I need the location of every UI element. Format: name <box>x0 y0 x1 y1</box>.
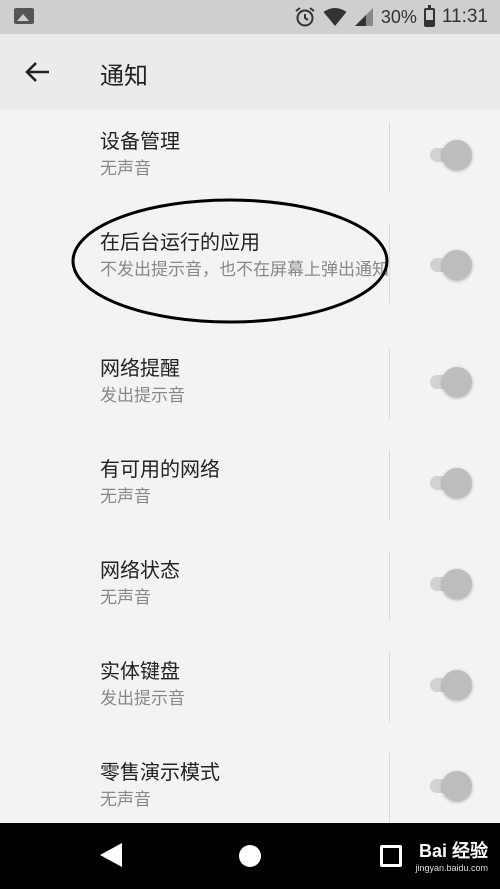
battery-percent: 30% <box>380 6 417 27</box>
baidu-watermark: Bai 经验 jingyan.baidu.com <box>415 837 488 873</box>
nav-home-icon[interactable] <box>239 845 261 867</box>
back-button[interactable] <box>20 54 56 90</box>
watermark-brand: Bai 经验 <box>418 841 488 861</box>
setting-title: 网络状态 <box>100 558 180 582</box>
setting-title: 实体键盘 <box>100 659 180 683</box>
toggle-switch[interactable] <box>428 468 474 498</box>
toggle-switch[interactable] <box>428 250 474 280</box>
clock-time: 11:31 <box>441 6 488 27</box>
status-bar: 30% 11:31 <box>0 0 500 34</box>
setting-title: 设备管理 <box>100 129 180 153</box>
setting-subtitle: 无声音 <box>100 159 151 179</box>
divider <box>389 122 390 192</box>
battery-icon <box>423 4 435 27</box>
setting-row-device-management[interactable]: 设备管理 无声音 <box>0 110 500 211</box>
app-bar: 通知 <box>0 34 500 110</box>
setting-row-physical-keyboard[interactable]: 实体键盘 发出提示音 <box>0 640 500 741</box>
divider <box>389 450 390 520</box>
wifi-icon <box>323 8 347 26</box>
setting-title: 零售演示模式 <box>100 760 220 784</box>
setting-subtitle: 不发出提示音，也不在屏幕上弹出通知 <box>100 260 389 280</box>
setting-title: 有可用的网络 <box>100 457 220 481</box>
divider <box>389 223 390 303</box>
setting-row-network-alerts[interactable]: 网络提醒 发出提示音 <box>0 337 500 438</box>
notification-settings-list: 设备管理 无声音 在后台运行的应用 不发出提示音，也不在屏幕上弹出通知 网络提醒… <box>0 110 500 842</box>
toggle-switch[interactable] <box>428 670 474 700</box>
setting-row-network-status[interactable]: 网络状态 无声音 <box>0 539 500 640</box>
status-icons: 30% 11:31 <box>294 0 488 34</box>
toggle-switch[interactable] <box>428 140 474 170</box>
nav-recent-icon[interactable] <box>380 845 402 867</box>
page-title: 通知 <box>100 62 148 90</box>
watermark-url: jingyan.baidu.com <box>415 863 488 873</box>
divider <box>389 349 390 419</box>
setting-title: 在后台运行的应用 <box>100 230 260 254</box>
divider <box>389 652 390 722</box>
setting-row-background-apps[interactable]: 在后台运行的应用 不发出提示音，也不在屏幕上弹出通知 <box>0 211 500 337</box>
setting-subtitle: 发出提示音 <box>100 689 185 709</box>
setting-subtitle: 无声音 <box>100 790 151 810</box>
gallery-icon <box>14 8 34 24</box>
toggle-switch[interactable] <box>428 367 474 397</box>
setting-title: 网络提醒 <box>100 356 180 380</box>
setting-subtitle: 无声音 <box>100 487 151 507</box>
nav-back-icon[interactable] <box>100 843 122 867</box>
toggle-switch[interactable] <box>428 569 474 599</box>
signal-icon <box>354 8 373 26</box>
setting-subtitle: 无声音 <box>100 588 151 608</box>
arrow-left-icon <box>25 62 49 82</box>
divider <box>389 551 390 621</box>
navigation-bar: Bai 经验 jingyan.baidu.com <box>0 823 500 889</box>
setting-row-network-available[interactable]: 有可用的网络 无声音 <box>0 438 500 539</box>
divider <box>389 753 390 823</box>
setting-subtitle: 发出提示音 <box>100 386 185 406</box>
toggle-switch[interactable] <box>428 771 474 801</box>
alarm-icon <box>295 7 315 27</box>
